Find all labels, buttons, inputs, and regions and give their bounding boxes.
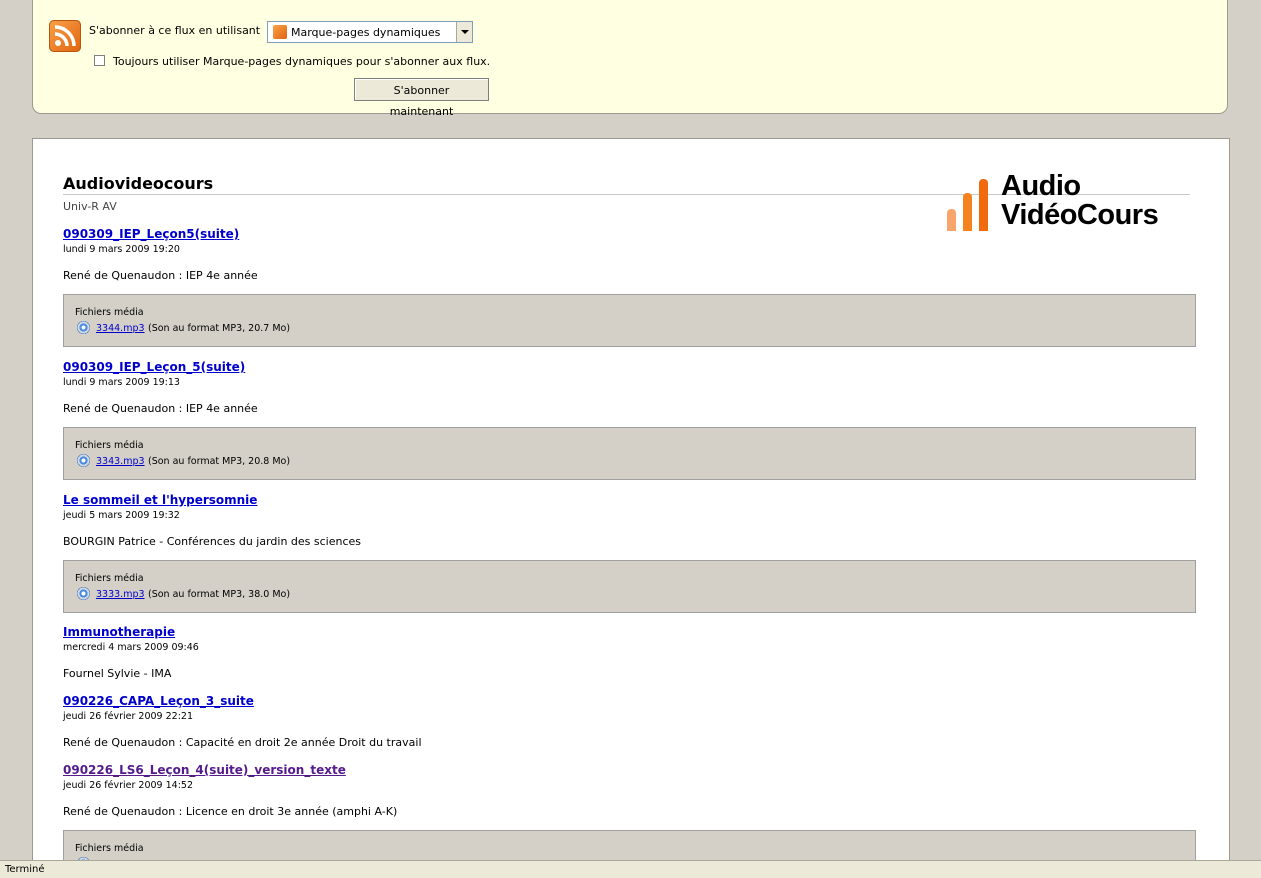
entry-title-link[interactable]: 090226_CAPA_Leçon_3_suite [63,694,254,708]
entry-date: mercredi 4 mars 2009 09:46 [63,642,199,653]
feed-subtitle: Univ-R AV [63,200,117,213]
media-files-heading: Fichiers média [75,307,144,318]
chevron-down-icon[interactable] [456,22,472,42]
logo-bar [979,179,988,231]
media-file-info: (Son au format MP3, 20.7 Mo) [148,323,291,334]
entry-description: René de Quenaudon : Licence en droit 3e … [63,805,398,818]
media-file-info: (Son au format MP3, 20.8 Mo) [148,456,291,467]
media-files-heading: Fichiers média [75,573,144,584]
status-text: Terminé [5,864,45,875]
reader-select[interactable]: Marque-pages dynamiques [267,21,473,43]
media-file-link[interactable]: 3333.mp3 [96,589,145,600]
audio-file-icon [77,321,90,334]
audiovideocours-logo: Audio VidéoCours [945,171,1205,231]
entry-title-link[interactable]: 090309_IEP_Leçon5(suite) [63,227,239,241]
subscribe-now-button[interactable]: S'abonner maintenant [354,78,489,118]
audio-file-icon [77,587,90,600]
media-files-heading: Fichiers média [75,440,144,451]
entry-date: jeudi 26 février 2009 14:52 [63,780,194,791]
entry-description: René de Quenaudon : IEP 4e année [63,269,258,282]
subscribe-label: S'abonner à ce flux en utilisant [89,24,261,37]
entry-title-link[interactable]: Immunotherapie [63,625,175,639]
entry-description: René de Quenaudon : IEP 4e année [63,402,258,415]
entry-title-link[interactable]: 090226_LS6_Leçon_4(suite)_version_texte [63,763,346,777]
entry-date: jeudi 26 février 2009 22:21 [63,711,194,722]
media-files-box: Fichiers média 3344.mp3 (Son au format M… [63,294,1196,347]
feed-title: Audiovideocours [63,174,214,193]
reader-select-value: Marque-pages dynamiques [291,26,441,39]
media-files-heading: Fichiers média [75,843,144,854]
entry-description: René de Quenaudon : Capacité en droit 2e… [63,736,422,749]
media-file-link[interactable]: 3343.mp3 [96,456,145,467]
entry-date: lundi 9 mars 2009 19:20 [63,244,180,255]
rss-feed-icon [49,20,81,52]
media-files-box: Fichiers média 3343.mp3 (Son au format M… [63,427,1196,480]
media-file-link[interactable]: 3344.mp3 [96,323,145,334]
rss-feed-icon [273,25,287,39]
entry-date: lundi 9 mars 2009 19:13 [63,377,180,388]
status-bar: Terminé [0,860,1261,878]
logo-text-audio: Audio [1001,170,1081,202]
audio-file-icon [77,454,90,467]
always-use-label[interactable]: Toujours utiliser Marque-pages dynamique… [113,55,490,68]
media-file-info: (Son au format MP3, 38.0 Mo) [148,589,291,600]
logo-bar [963,193,972,231]
logo-bar [947,209,956,231]
entry-description: BOURGIN Patrice - Conférences du jardin … [63,535,362,548]
always-use-checkbox[interactable] [94,55,105,66]
entry-date: jeudi 5 mars 2009 19:32 [63,510,180,521]
entry-title-link[interactable]: 090309_IEP_Leçon_5(suite) [63,360,245,374]
entry-description: Fournel Sylvie - IMA [63,667,172,680]
logo-text-videocours: VidéoCours [1001,199,1159,231]
entry-title-link[interactable]: Le sommeil et l'hypersomnie [63,493,257,507]
media-files-box: Fichiers média 3333.mp3 (Son au format M… [63,560,1196,613]
feed-content: Audiovideocours Univ-R AV Audio VidéoCou… [32,138,1230,868]
